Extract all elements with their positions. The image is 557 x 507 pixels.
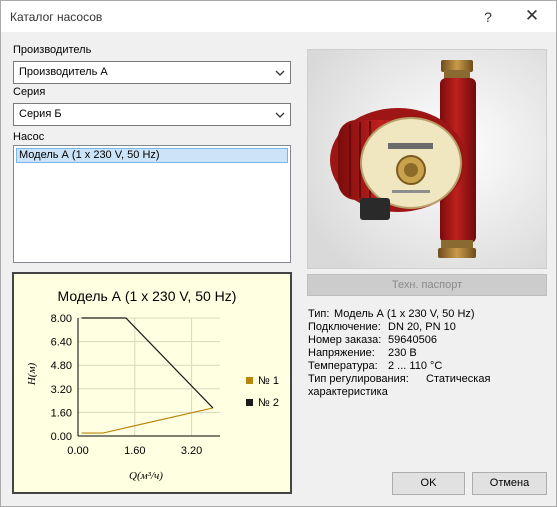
legend-swatch bbox=[246, 377, 253, 384]
y-tick-label: 3.20 bbox=[51, 384, 72, 396]
detail-key: Номер заказа: bbox=[308, 334, 382, 346]
pump-photo bbox=[307, 49, 547, 269]
chart-canvas: Модель А (1 x 230 V, 50 Hz) 0.00 1.60 3.20… bbox=[26, 288, 279, 482]
chart-title: Модель А (1 x 230 V, 50 Hz) bbox=[58, 288, 237, 304]
detail-key: Тип: bbox=[308, 308, 330, 320]
pump-list[interactable]: Модель А (1 x 230 V, 50 Hz) bbox=[13, 145, 291, 263]
x-tick-label: 3.20 bbox=[181, 445, 202, 457]
pump-label: Насос bbox=[13, 131, 45, 143]
tech-passport-button[interactable]: Техн. паспорт bbox=[307, 274, 547, 296]
detail-key: Тип регулирования: bbox=[308, 373, 409, 385]
legend-swatch bbox=[246, 399, 253, 406]
x-axis-label: Q(м³/ч) bbox=[129, 470, 163, 482]
y-tick-label: 1.60 bbox=[51, 407, 72, 419]
series-select[interactable]: Серия Б bbox=[13, 103, 291, 126]
close-button[interactable]: ✕ bbox=[519, 6, 545, 26]
series-line-1 bbox=[81, 407, 214, 434]
series-value: Серия Б bbox=[19, 108, 62, 120]
y-axis-label: H(м) bbox=[26, 363, 38, 387]
y-tick-label: 0.00 bbox=[51, 431, 72, 443]
cancel-button[interactable]: Отмена bbox=[472, 472, 547, 495]
detail-key: Напряжение: bbox=[308, 347, 375, 359]
pump-image bbox=[308, 50, 546, 268]
pump-catalog-dialog: Каталог насосов ? ✕ Производитель Произв… bbox=[0, 0, 557, 507]
chevron-down-icon bbox=[275, 112, 285, 118]
chart-legend: № 1 № 2 bbox=[246, 375, 279, 409]
detail-value: Модель А (1 x 230 V, 50 Hz) bbox=[334, 308, 475, 320]
y-tick-label: 8.00 bbox=[51, 313, 72, 325]
series-line-2 bbox=[81, 317, 214, 409]
performance-chart: Модель А (1 x 230 V, 50 Hz) 0.00 1.60 3.20… bbox=[12, 272, 292, 494]
legend-label: № 1 bbox=[258, 375, 279, 387]
chart-ticks: 0.00 1.60 3.20 4.80 6.40 8.00 0.00 1.60 3.20 bbox=[51, 313, 203, 457]
detail-key: Температура: bbox=[308, 360, 378, 372]
ok-button[interactable]: OK bbox=[392, 472, 465, 495]
x-tick-label: 0.00 bbox=[67, 445, 88, 457]
chart-axes bbox=[77, 318, 220, 437]
list-item[interactable]: Модель А (1 x 230 V, 50 Hz) bbox=[16, 148, 288, 163]
detail-value: 2 ... 110 °С bbox=[388, 360, 443, 372]
detail-value: 59640506 bbox=[388, 334, 437, 346]
detail-value: 230 В bbox=[388, 347, 417, 359]
manufacturer-label: Производитель bbox=[13, 44, 92, 56]
detail-value: Статическая bbox=[426, 373, 491, 385]
detail-continuation: характеристика bbox=[308, 386, 388, 398]
chevron-down-icon bbox=[275, 70, 285, 76]
title-bar: Каталог насосов ? ✕ bbox=[1, 1, 556, 32]
series-label: Серия bbox=[13, 86, 46, 98]
x-tick-label: 1.60 bbox=[124, 445, 145, 457]
manufacturer-value: Производитель А bbox=[19, 66, 108, 78]
y-tick-label: 6.40 bbox=[51, 337, 72, 349]
help-button[interactable]: ? bbox=[475, 7, 501, 27]
manufacturer-select[interactable]: Производитель А bbox=[13, 61, 291, 84]
detail-key: Подключение: bbox=[308, 321, 381, 333]
y-tick-label: 4.80 bbox=[51, 360, 72, 372]
legend-label: № 2 bbox=[258, 397, 279, 409]
window-title: Каталог насосов bbox=[10, 10, 103, 24]
detail-value: DN 20, PN 10 bbox=[388, 321, 456, 333]
chart-grid bbox=[77, 317, 220, 437]
chart-series bbox=[81, 317, 214, 434]
